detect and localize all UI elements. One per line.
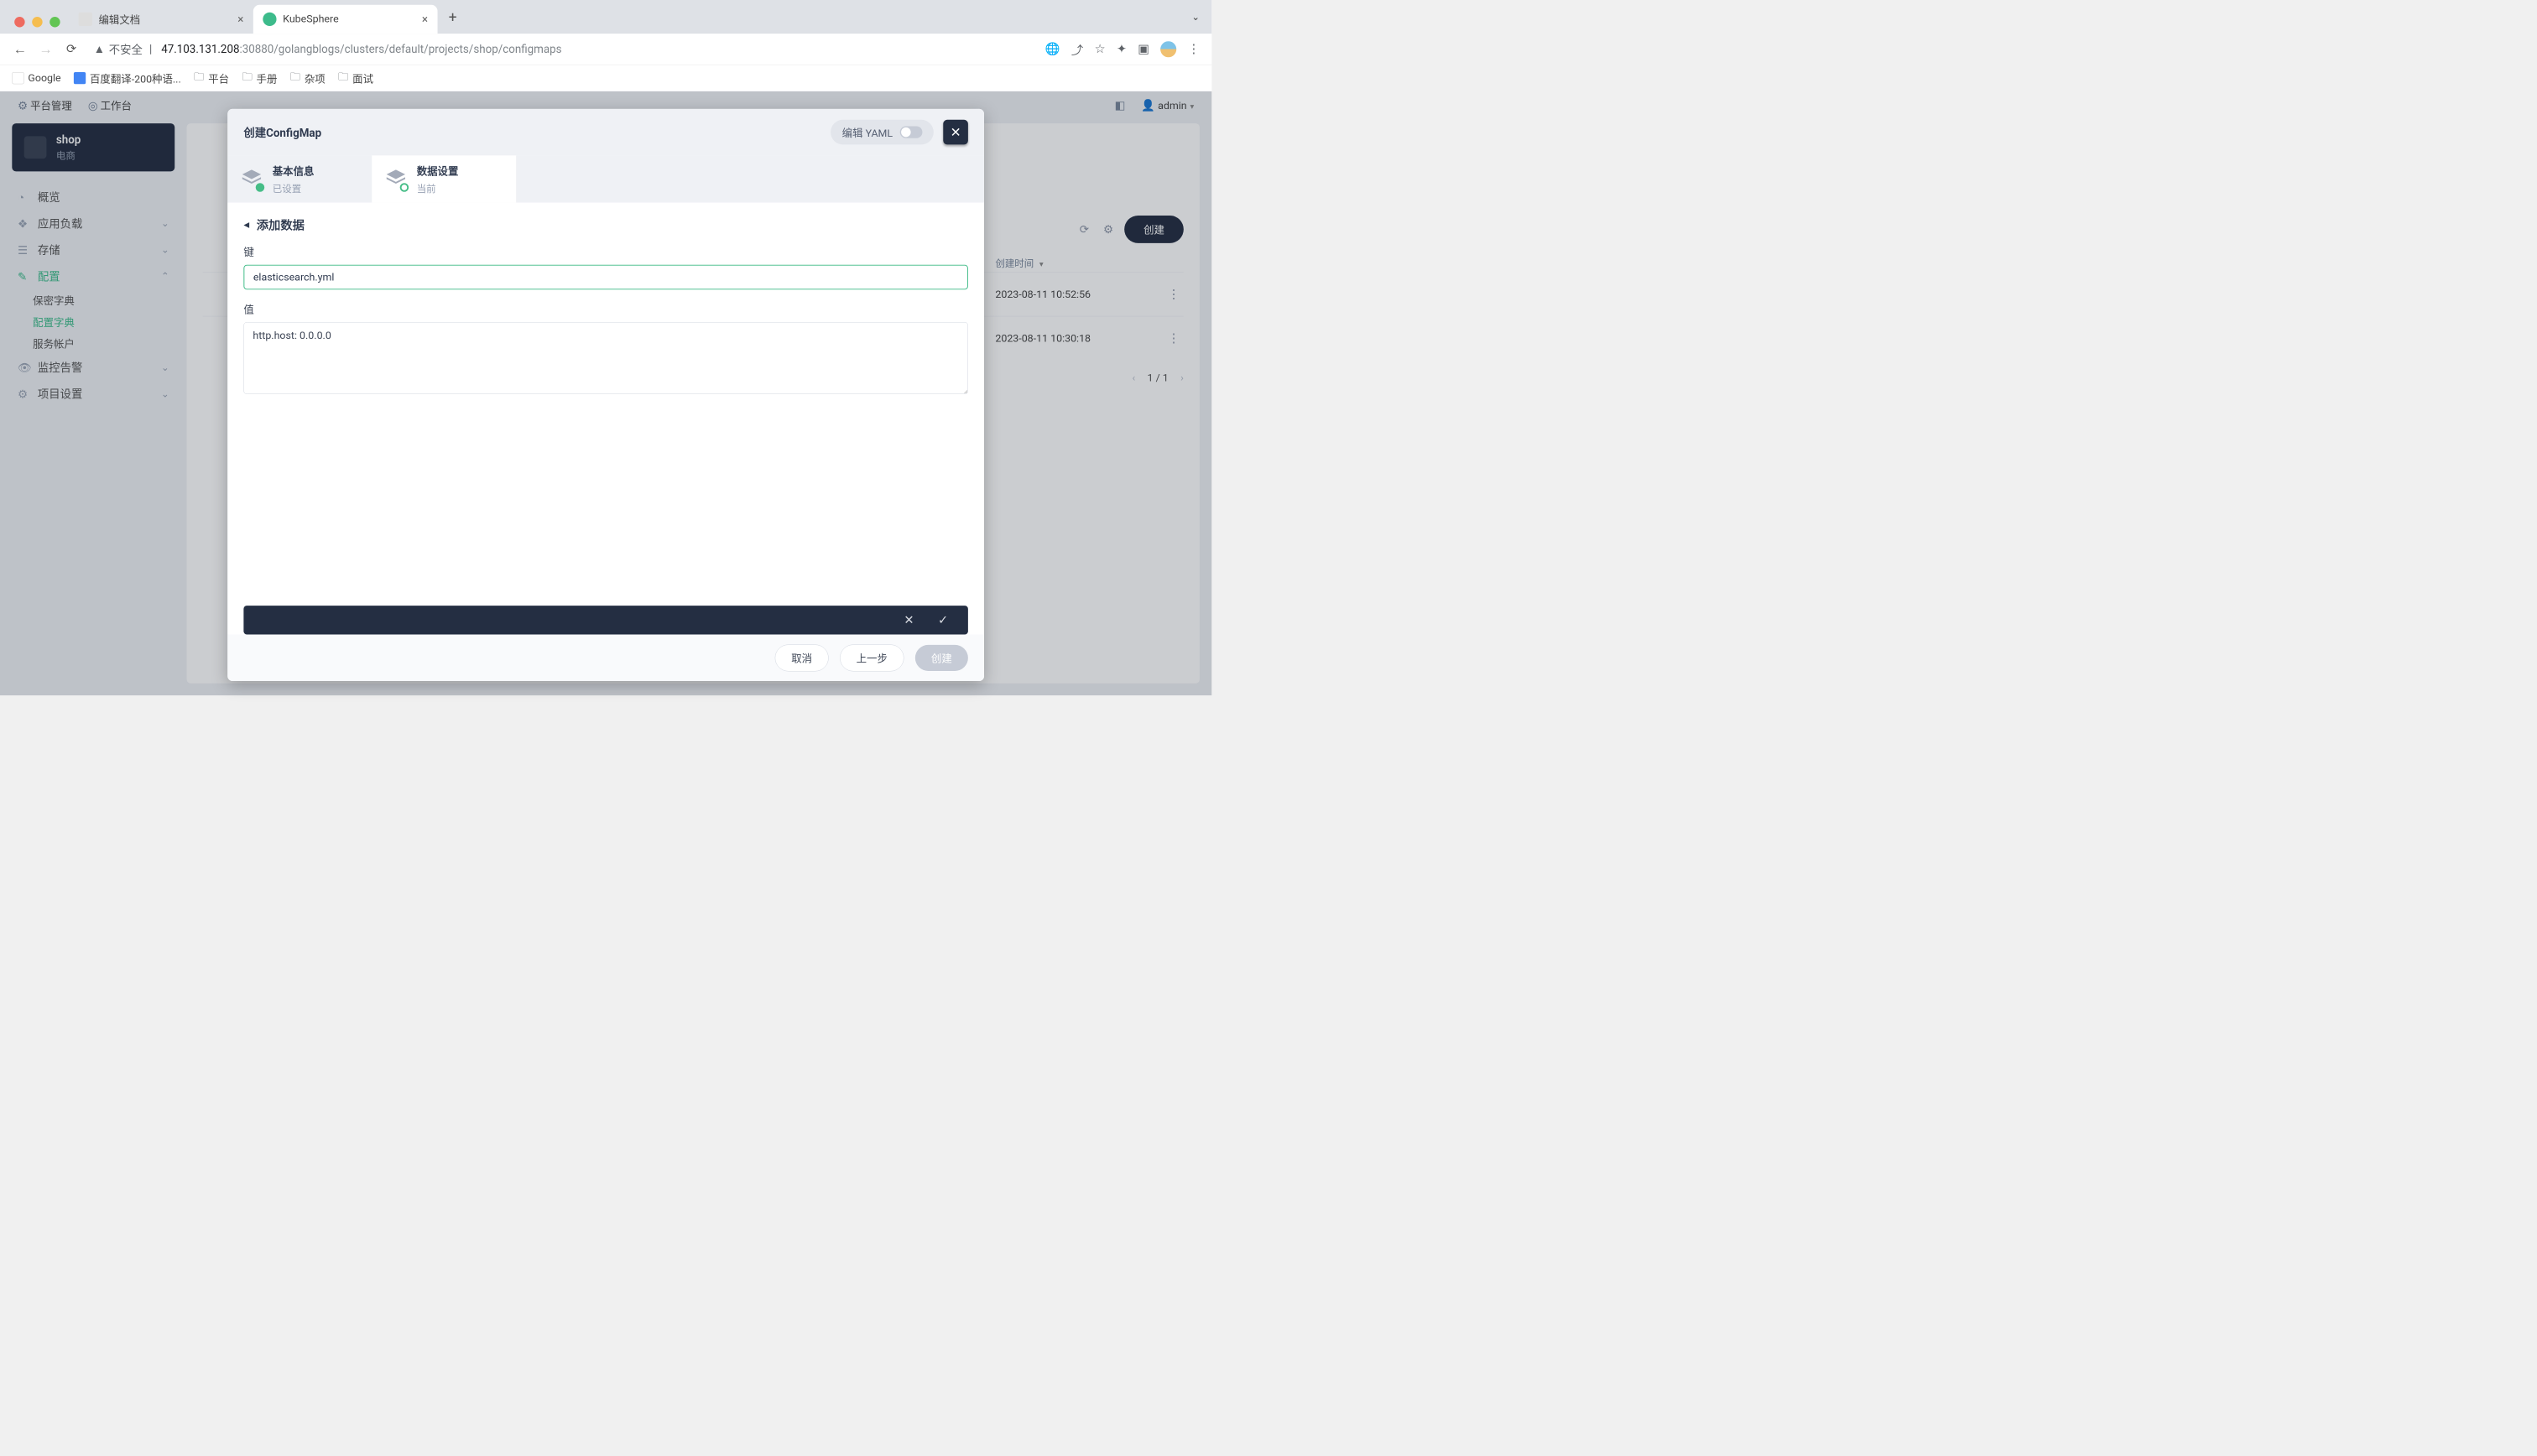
browser-reload-button[interactable]: ⟳ bbox=[63, 42, 79, 56]
stack-icon bbox=[384, 168, 407, 190]
bookmark-item[interactable]: Google bbox=[12, 72, 60, 84]
key-field-label: 键 bbox=[243, 244, 968, 259]
browser-url-row: ← → ⟳ ▲ 不安全 | 47.103.131.208 :30880/gola… bbox=[0, 34, 1211, 65]
key-input[interactable] bbox=[243, 265, 968, 290]
bookmark-folder[interactable]: 🗀面试 bbox=[338, 70, 373, 87]
step-subtitle: 已设置 bbox=[273, 180, 315, 195]
bookmark-label: 平台 bbox=[208, 70, 229, 86]
step-title: 基本信息 bbox=[273, 164, 315, 179]
modal-close-button[interactable]: ✕ bbox=[943, 120, 968, 145]
modal-title: 创建ConfigMap bbox=[243, 124, 321, 140]
bookmark-star-icon[interactable]: ☆ bbox=[1095, 42, 1106, 56]
tab-overflow-button[interactable]: ⌄ bbox=[1191, 11, 1200, 22]
tab-title: KubeSphere bbox=[283, 13, 339, 25]
step-current-badge-icon bbox=[400, 183, 409, 192]
bookmark-item[interactable]: 百度翻译-200种语... bbox=[74, 70, 181, 86]
bookmark-label: 杂项 bbox=[305, 70, 326, 86]
browser-forward-button[interactable]: → bbox=[38, 41, 54, 57]
create-configmap-modal: 创建ConfigMap 编辑 YAML ✕ 基本信息 bbox=[227, 109, 984, 681]
back-to-data-row[interactable]: ◂ 添加数据 bbox=[243, 216, 968, 233]
tab-close-icon[interactable]: × bbox=[237, 13, 243, 26]
bookmark-label: 面试 bbox=[352, 70, 373, 86]
chrome-action-icons: 🌐 ⤴ ☆ ✦ ▣ ⋮ bbox=[1045, 40, 1200, 58]
browser-tab-bar: 编辑文档 × KubeSphere × + ⌄ bbox=[0, 0, 1211, 34]
bookmark-label: Google bbox=[28, 72, 60, 84]
step-tab-data-settings[interactable]: 数据设置 当前 bbox=[372, 155, 516, 202]
stack-icon bbox=[241, 168, 263, 190]
previous-step-button[interactable]: 上一步 bbox=[840, 644, 904, 671]
bookmark-favicon-icon bbox=[12, 72, 23, 84]
window-close-dot[interactable] bbox=[14, 17, 24, 27]
sidepanel-icon[interactable]: ▣ bbox=[1138, 42, 1149, 56]
edit-yaml-toggle[interactable]: 编辑 YAML bbox=[831, 120, 934, 145]
tab-favicon-icon bbox=[263, 13, 276, 26]
folder-icon: 🗀 bbox=[338, 70, 348, 87]
extensions-icon[interactable]: ✦ bbox=[1117, 42, 1127, 56]
insecure-label: 不安全 bbox=[109, 41, 143, 57]
new-tab-button[interactable]: + bbox=[440, 8, 465, 25]
browser-url-bar[interactable]: ▲ 不安全 | 47.103.131.208 :30880/golangblog… bbox=[89, 38, 1028, 60]
bookmarks-bar: Google 百度翻译-200种语... 🗀平台 🗀手册 🗀杂项 🗀面试 bbox=[0, 65, 1211, 91]
browser-back-button[interactable]: ← bbox=[12, 41, 28, 57]
step-done-badge-icon bbox=[256, 183, 265, 192]
back-arrow-icon: ◂ bbox=[243, 218, 249, 231]
browser-menu-icon[interactable]: ⋮ bbox=[1188, 42, 1200, 56]
insecure-badge: ▲ 不安全 | bbox=[94, 41, 155, 57]
step-title: 数据设置 bbox=[417, 164, 459, 179]
folder-icon: 🗀 bbox=[194, 70, 204, 87]
browser-tab[interactable]: 编辑文档 × bbox=[69, 5, 253, 34]
share-icon[interactable]: ⤴ bbox=[1071, 40, 1083, 58]
mac-traffic-lights bbox=[14, 17, 60, 27]
folder-icon: 🗀 bbox=[242, 70, 252, 87]
create-submit-button[interactable]: 创建 bbox=[915, 645, 968, 671]
folder-icon: 🗀 bbox=[290, 70, 300, 87]
window-maximize-dot[interactable] bbox=[49, 17, 60, 27]
modal-footer: 取消 上一步 创建 bbox=[227, 635, 984, 681]
confirm-item-button[interactable]: ✓ bbox=[938, 613, 948, 627]
data-item-action-bar: ✕ ✓ bbox=[243, 606, 968, 634]
bookmark-label: 百度翻译-200种语... bbox=[90, 70, 181, 86]
back-label: 添加数据 bbox=[257, 216, 305, 233]
close-icon: ✕ bbox=[951, 125, 961, 140]
toggle-label: 编辑 YAML bbox=[842, 125, 893, 140]
value-field-label: 值 bbox=[243, 302, 968, 317]
bookmark-folder[interactable]: 🗀平台 bbox=[194, 70, 229, 87]
modal-header: 创建ConfigMap 编辑 YAML ✕ bbox=[227, 109, 984, 155]
url-path: :30880/golangblogs/clusters/default/proj… bbox=[239, 43, 561, 56]
warning-icon: ▲ bbox=[94, 43, 105, 56]
translate-icon[interactable]: 🌐 bbox=[1045, 42, 1060, 56]
bookmark-folder[interactable]: 🗀 手册 bbox=[242, 70, 277, 87]
switch-icon bbox=[900, 126, 923, 138]
browser-tab[interactable]: KubeSphere × bbox=[253, 5, 438, 34]
tab-title: 编辑文档 bbox=[98, 12, 140, 27]
step-tab-basic-info[interactable]: 基本信息 已设置 bbox=[227, 155, 372, 202]
bookmark-favicon-icon bbox=[74, 72, 86, 84]
discard-item-button[interactable]: ✕ bbox=[904, 613, 914, 627]
modal-scrim: 创建ConfigMap 编辑 YAML ✕ 基本信息 bbox=[0, 91, 1211, 695]
modal-stepper: 基本信息 已设置 数据设置 当前 bbox=[227, 155, 984, 202]
cancel-button[interactable]: 取消 bbox=[775, 644, 829, 671]
step-subtitle: 当前 bbox=[417, 180, 459, 195]
value-textarea[interactable] bbox=[243, 322, 968, 394]
tab-close-icon[interactable]: × bbox=[422, 13, 428, 26]
window-minimize-dot[interactable] bbox=[32, 17, 42, 27]
url-host: 47.103.131.208 bbox=[161, 43, 239, 56]
modal-body: ◂ 添加数据 键 值 ✕ ✓ bbox=[227, 203, 984, 635]
bookmark-label: 手册 bbox=[257, 70, 278, 86]
tab-favicon-icon bbox=[79, 13, 92, 26]
profile-avatar-icon[interactable] bbox=[1160, 41, 1176, 57]
page-body: ⚙ 平台管理 ◎ 工作台 ◧ 👤 admin▾ shop 电商 ◔ 概览 ❖ bbox=[0, 91, 1211, 695]
bookmark-folder[interactable]: 🗀 杂项 bbox=[290, 70, 326, 87]
